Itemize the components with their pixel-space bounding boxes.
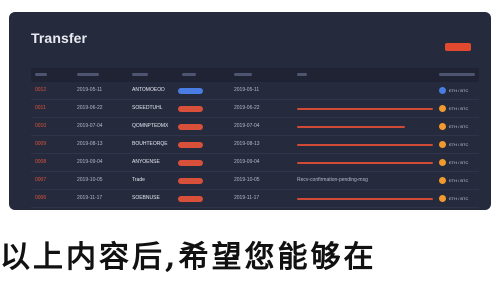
row-asset-symbol: ETH / BTC [449,178,469,183]
row-date: 2019-05-11 [77,87,103,93]
primary-action-button[interactable] [445,43,471,51]
table-row[interactable]: 0010 2019-07-04 QOMNPTEDMX 2019-07-04 ETH / … [31,118,479,136]
table-row[interactable]: 0009 2019-08-13 BOUHTEORQE 2019-08-13 ETH / … [31,136,479,154]
row-asset-symbol: ETH / BTC [449,88,469,93]
asset-icon [439,123,446,130]
row-progress-bar [297,198,433,200]
table-row[interactable]: 00052019-12-02Sonic Bond2019-12-02ETH / … [31,208,479,210]
status-badge [178,142,203,148]
header-cell-details [297,73,307,76]
table-row[interactable]: 0006 2019-11-17 SOEBNUSE 2019-11-17 ETH / BT… [31,190,479,208]
row-type: 2019-09-04 [234,159,260,165]
row-token: BOUHTEORQE [132,141,168,147]
row-type: 2019-08-13 [234,141,260,147]
row-number: 0006 [35,195,47,201]
row-number: 0009 [35,141,47,147]
row-asset-symbol: ETH / BTC [449,196,469,201]
row-token: SOEBNUSE [132,195,160,201]
row-type: 2019-06-22 [234,105,260,111]
transfer-window: Transfer 0012 2019-05-11 ANTOMOEOD 2019-05-… [9,12,491,210]
row-progress-bar [297,126,405,128]
page-title: Transfer [31,30,88,46]
asset-icon [439,195,446,202]
table-body: 0012 2019-05-11 ANTOMOEOD 2019-05-11 ETH / B… [31,82,479,210]
row-date: 2019-07-04 [77,123,103,129]
row-number: 0011 [35,105,46,111]
asset-icon [439,87,446,94]
row-progress-bar [297,144,433,146]
banner-text: 以上内容后,希望您能够在 [0,240,377,272]
header-cell-number [35,73,47,76]
row-date: 2019-10-05 [77,177,103,183]
row-token: Trade [132,177,145,183]
row-date: 2019-06-22 [77,105,103,111]
asset-icon [439,159,446,166]
status-badge [178,88,203,94]
row-progress-bar [297,108,433,110]
header-cell-date [77,73,99,76]
table-row[interactable]: 0011 2019-06-22 SOEEDTUHL 2019-06-22 ETH / B… [31,100,479,118]
table-row[interactable]: 0007 2019-10-05 Trade 2019-10-05 Recv-confir… [31,172,479,190]
row-type: 2019-07-04 [234,123,260,129]
row-asset-symbol: ETH / BTC [449,160,469,165]
row-token: QOMNPTEDMX [132,123,169,129]
row-number: 0010 [35,123,47,129]
row-token: ANTOMOEOD [132,87,165,93]
row-type: 2019-10-05 [234,177,260,183]
asset-icon [439,141,446,148]
header-cell-status [182,73,196,76]
row-number: 0008 [35,159,47,165]
transactions-table: 0012 2019-05-11 ANTOMOEOD 2019-05-11 ETH / B… [31,68,479,210]
row-date: 2019-11-17 [77,195,103,201]
status-badge [178,160,203,166]
status-badge [178,196,203,202]
status-badge [178,178,203,184]
row-date: 2019-08-13 [77,141,103,147]
row-date: 2019-09-04 [77,159,103,165]
row-token: ANYOENSE [132,159,160,165]
row-details-text: Recv-confirmation-pending-msg [297,177,368,183]
asset-icon [439,105,446,112]
row-token: SOEEDTUHL [132,105,163,111]
header-cell-type [234,73,252,76]
row-number: 0012 [35,87,47,93]
asset-icon [439,177,446,184]
row-asset-symbol: ETH / BTC [449,124,469,129]
table-row[interactable]: 0012 2019-05-11 ANTOMOEOD 2019-05-11 ETH / B… [31,82,479,100]
status-badge [178,124,203,130]
header-cell-token [132,73,148,76]
row-asset-symbol: ETH / BTC [449,106,469,111]
table-header [31,68,479,82]
status-badge [178,106,203,112]
row-progress-bar [297,162,433,164]
row-type: 2019-05-11 [234,87,260,93]
row-asset-symbol: ETH / BTC [449,142,469,147]
row-type: 2019-11-17 [234,195,260,201]
header-cell-asset [439,73,475,76]
table-row[interactable]: 0008 2019-09-04 ANYOENSE 2019-09-04 ETH / BT… [31,154,479,172]
row-number: 0007 [35,177,47,183]
